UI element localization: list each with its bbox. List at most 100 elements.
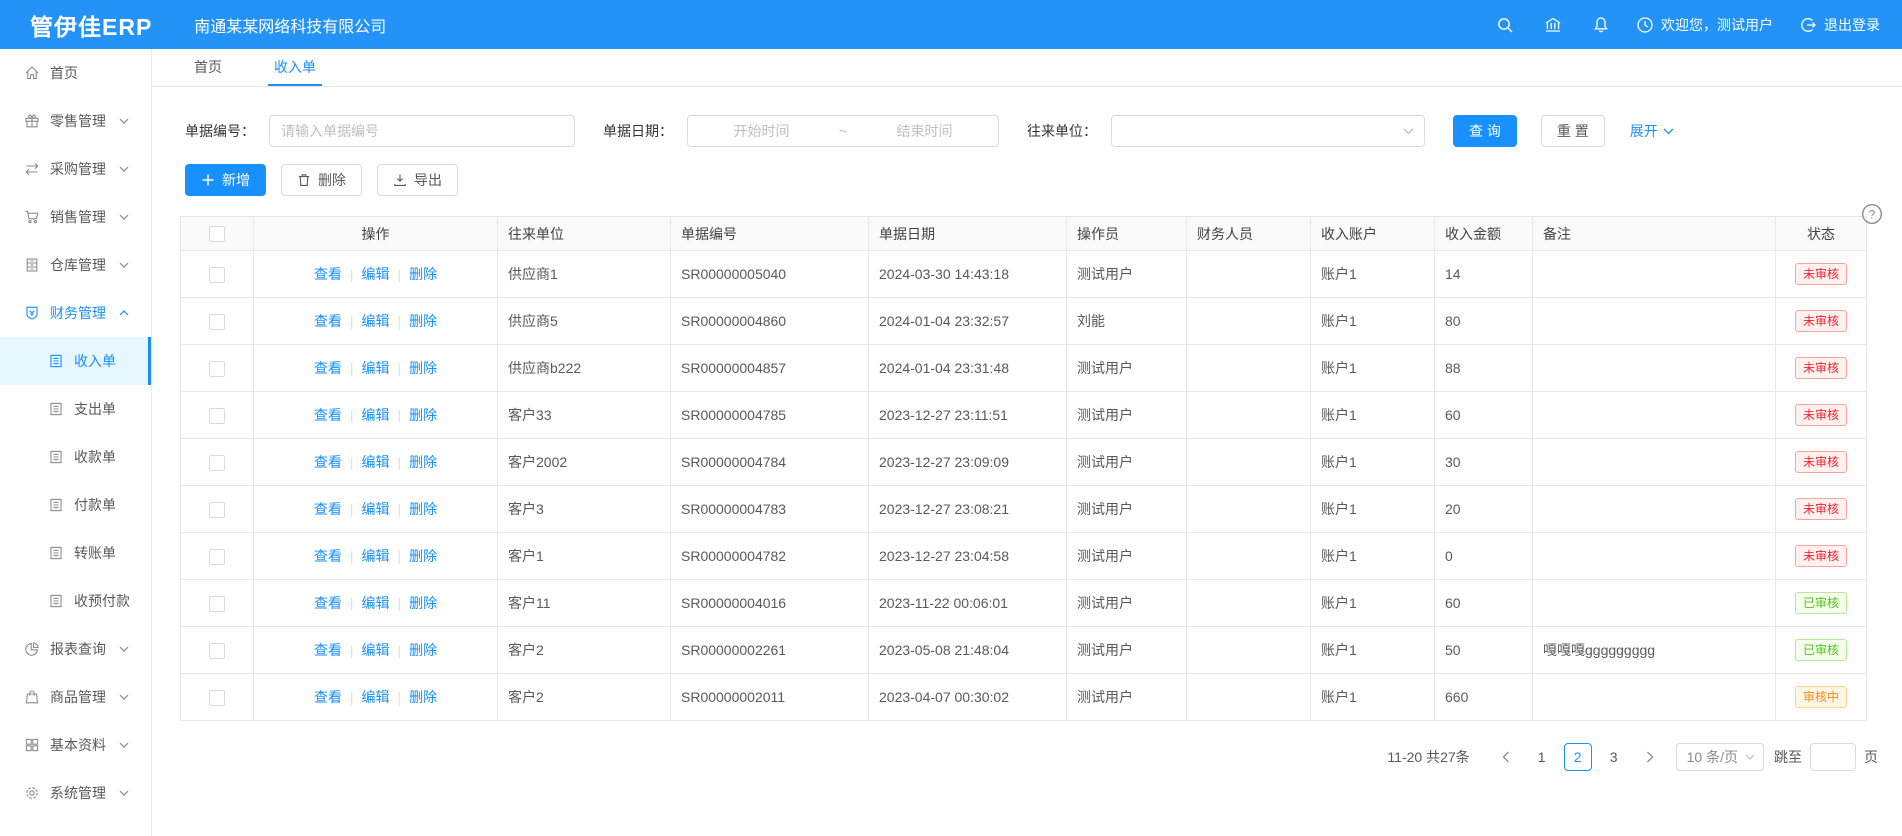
page-button-2[interactable]: 2 bbox=[1564, 743, 1592, 771]
edit-link[interactable]: 编辑 bbox=[362, 360, 390, 376]
prev-page-button[interactable] bbox=[1492, 743, 1520, 771]
bill-date-label: 单据日期： bbox=[603, 121, 673, 141]
delete-link[interactable]: 删除 bbox=[409, 360, 437, 376]
bill-no-cell: SR00000004860 bbox=[671, 298, 869, 345]
page-button-1[interactable]: 1 bbox=[1528, 743, 1556, 771]
delete-link[interactable]: 删除 bbox=[409, 501, 437, 517]
delete-link[interactable]: 删除 bbox=[409, 266, 437, 282]
sidebar-item-0[interactable]: 首页 bbox=[0, 49, 151, 97]
table-row: 查看|编辑|删除客户11SR000000040162023-11-22 00:0… bbox=[181, 580, 1867, 627]
sidebar-item-6[interactable]: 收入单 bbox=[0, 337, 151, 385]
search-button[interactable]: 查 询 bbox=[1453, 115, 1517, 147]
sidebar-item-2[interactable]: 采购管理 bbox=[0, 145, 151, 193]
row-checkbox[interactable] bbox=[209, 314, 225, 330]
edit-link[interactable]: 编辑 bbox=[362, 313, 390, 329]
sidebar-item-5[interactable]: 财务管理 bbox=[0, 289, 151, 337]
finance-cell bbox=[1187, 345, 1311, 392]
row-checkbox[interactable] bbox=[209, 408, 225, 424]
jump-page-input[interactable] bbox=[1810, 743, 1856, 771]
sidebar-item-13[interactable]: 商品管理 bbox=[0, 673, 151, 721]
remark-cell bbox=[1533, 251, 1776, 298]
sidebar-item-8[interactable]: 收款单 bbox=[0, 433, 151, 481]
help-icon[interactable]: ? bbox=[1861, 203, 1883, 225]
delete-link[interactable]: 删除 bbox=[409, 313, 437, 329]
sidebar-item-4[interactable]: 仓库管理 bbox=[0, 241, 151, 289]
delete-link[interactable]: 删除 bbox=[409, 548, 437, 564]
view-link[interactable]: 查看 bbox=[314, 642, 342, 658]
sidebar-item-3[interactable]: 销售管理 bbox=[0, 193, 151, 241]
action-separator: | bbox=[350, 548, 354, 564]
row-checkbox[interactable] bbox=[209, 267, 225, 283]
next-page-button[interactable] bbox=[1636, 743, 1664, 771]
tab-1[interactable]: 收入单 bbox=[268, 49, 322, 86]
view-link[interactable]: 查看 bbox=[314, 454, 342, 470]
top-header-bar: 管伊佳ERP 南通某某网络科技有限公司 欢迎您，测试用户 退出登录 bbox=[0, 0, 1902, 49]
view-link[interactable]: 查看 bbox=[314, 689, 342, 705]
sidebar-item-12[interactable]: 报表查询 bbox=[0, 625, 151, 673]
date-start-placeholder: 开始时间 bbox=[688, 121, 835, 141]
page-button-3[interactable]: 3 bbox=[1600, 743, 1628, 771]
bell-icon[interactable] bbox=[1592, 16, 1610, 34]
reset-button[interactable]: 重 置 bbox=[1541, 115, 1605, 147]
bank-icon[interactable] bbox=[1544, 16, 1562, 34]
delete-link[interactable]: 删除 bbox=[409, 454, 437, 470]
row-checkbox[interactable] bbox=[209, 549, 225, 565]
add-button[interactable]: 新增 bbox=[185, 164, 266, 196]
delete-link[interactable]: 删除 bbox=[409, 689, 437, 705]
bill-no-cell: SR00000005040 bbox=[671, 251, 869, 298]
page-size-select[interactable]: 10 条/页 bbox=[1676, 743, 1764, 771]
table-row: 查看|编辑|删除供应商1SR000000050402024-03-30 14:4… bbox=[181, 251, 1867, 298]
row-checkbox[interactable] bbox=[209, 455, 225, 471]
view-link[interactable]: 查看 bbox=[314, 548, 342, 564]
partner-select[interactable] bbox=[1111, 115, 1425, 147]
delete-link[interactable]: 删除 bbox=[409, 407, 437, 423]
sidebar-item-1[interactable]: 零售管理 bbox=[0, 97, 151, 145]
action-separator: | bbox=[398, 454, 402, 470]
sidebar-item-11[interactable]: 收预付款 bbox=[0, 577, 151, 625]
gift-icon bbox=[24, 113, 40, 129]
search-icon[interactable] bbox=[1496, 16, 1514, 34]
row-checkbox[interactable] bbox=[209, 596, 225, 612]
edit-link[interactable]: 编辑 bbox=[362, 266, 390, 282]
select-all-checkbox[interactable] bbox=[209, 226, 225, 242]
edit-link[interactable]: 编辑 bbox=[362, 689, 390, 705]
view-link[interactable]: 查看 bbox=[314, 266, 342, 282]
sidebar-item-14[interactable]: 基本资料 bbox=[0, 721, 151, 769]
view-link[interactable]: 查看 bbox=[314, 501, 342, 517]
amount-cell: 88 bbox=[1435, 345, 1533, 392]
delete-link[interactable]: 删除 bbox=[409, 642, 437, 658]
sidebar-item-15[interactable]: 系统管理 bbox=[0, 769, 151, 817]
sidebar-item-10[interactable]: 转账单 bbox=[0, 529, 151, 577]
edit-link[interactable]: 编辑 bbox=[362, 454, 390, 470]
partner-cell: 客户2002 bbox=[498, 439, 671, 486]
sidebar-item-9[interactable]: 付款单 bbox=[0, 481, 151, 529]
view-link[interactable]: 查看 bbox=[314, 360, 342, 376]
row-checkbox[interactable] bbox=[209, 643, 225, 659]
sidebar-item-7[interactable]: 支出单 bbox=[0, 385, 151, 433]
tab-0[interactable]: 首页 bbox=[188, 49, 228, 86]
sidebar-item-label: 付款单 bbox=[74, 495, 116, 515]
table-row: 查看|编辑|删除客户2SR000000020112023-04-07 00:30… bbox=[181, 674, 1867, 721]
filter-bar: 单据编号： 单据日期： 开始时间 ~ 结束时间 往来单位： 查 询 重 置 展开 bbox=[185, 115, 1902, 147]
edit-link[interactable]: 编辑 bbox=[362, 595, 390, 611]
row-checkbox[interactable] bbox=[209, 690, 225, 706]
delete-button[interactable]: 删除 bbox=[281, 164, 362, 196]
welcome-user[interactable]: 欢迎您，测试用户 bbox=[1636, 15, 1773, 35]
logout-button[interactable]: 退出登录 bbox=[1799, 15, 1880, 35]
edit-link[interactable]: 编辑 bbox=[362, 501, 390, 517]
doc-icon bbox=[48, 449, 64, 465]
bill-no-input[interactable] bbox=[269, 115, 575, 147]
edit-link[interactable]: 编辑 bbox=[362, 548, 390, 564]
edit-link[interactable]: 编辑 bbox=[362, 642, 390, 658]
row-checkbox[interactable] bbox=[209, 361, 225, 377]
expand-link[interactable]: 展开 bbox=[1630, 121, 1674, 141]
view-link[interactable]: 查看 bbox=[314, 407, 342, 423]
date-range-picker[interactable]: 开始时间 ~ 结束时间 bbox=[687, 115, 999, 147]
delete-link[interactable]: 删除 bbox=[409, 595, 437, 611]
jump-suffix: 页 bbox=[1864, 747, 1878, 767]
row-checkbox[interactable] bbox=[209, 502, 225, 518]
view-link[interactable]: 查看 bbox=[314, 595, 342, 611]
export-button[interactable]: 导出 bbox=[377, 164, 458, 196]
view-link[interactable]: 查看 bbox=[314, 313, 342, 329]
edit-link[interactable]: 编辑 bbox=[362, 407, 390, 423]
